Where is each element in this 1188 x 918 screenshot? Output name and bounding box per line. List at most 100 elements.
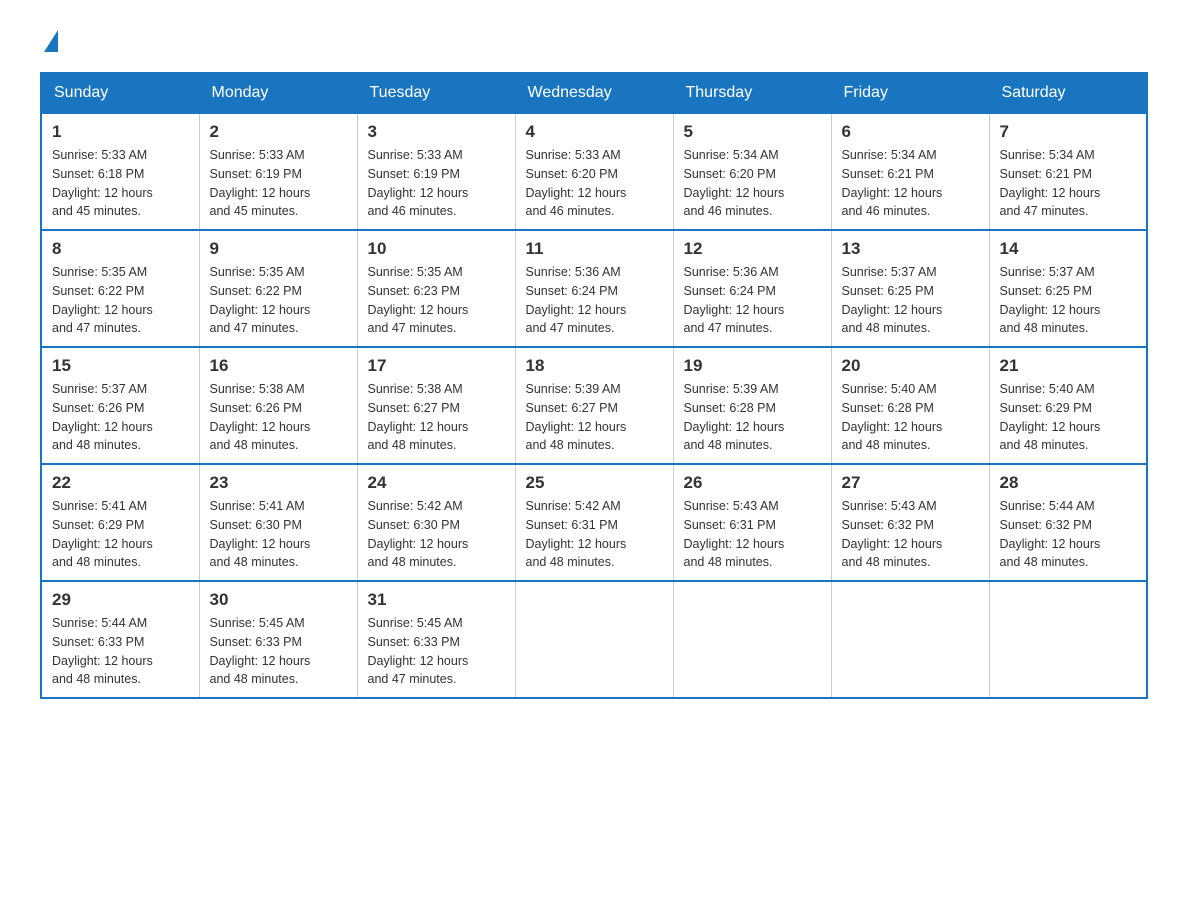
calendar-cell: 19 Sunrise: 5:39 AMSunset: 6:28 PMDaylig…: [673, 347, 831, 464]
day-number: 2: [210, 122, 347, 142]
day-number: 28: [1000, 473, 1137, 493]
calendar-cell: 30 Sunrise: 5:45 AMSunset: 6:33 PMDaylig…: [199, 581, 357, 698]
calendar-cell: 15 Sunrise: 5:37 AMSunset: 6:26 PMDaylig…: [41, 347, 199, 464]
day-info: Sunrise: 5:39 AMSunset: 6:27 PMDaylight:…: [526, 380, 663, 455]
calendar-week-row: 1 Sunrise: 5:33 AMSunset: 6:18 PMDayligh…: [41, 113, 1147, 230]
calendar-cell: 12 Sunrise: 5:36 AMSunset: 6:24 PMDaylig…: [673, 230, 831, 347]
day-number: 14: [1000, 239, 1137, 259]
day-info: Sunrise: 5:43 AMSunset: 6:31 PMDaylight:…: [684, 497, 821, 572]
calendar-cell: 25 Sunrise: 5:42 AMSunset: 6:31 PMDaylig…: [515, 464, 673, 581]
day-info: Sunrise: 5:44 AMSunset: 6:32 PMDaylight:…: [1000, 497, 1137, 572]
calendar-cell: 1 Sunrise: 5:33 AMSunset: 6:18 PMDayligh…: [41, 113, 199, 230]
day-number: 26: [684, 473, 821, 493]
day-number: 21: [1000, 356, 1137, 376]
day-number: 6: [842, 122, 979, 142]
day-info: Sunrise: 5:38 AMSunset: 6:26 PMDaylight:…: [210, 380, 347, 455]
day-number: 5: [684, 122, 821, 142]
col-thursday: Thursday: [673, 73, 831, 113]
day-info: Sunrise: 5:35 AMSunset: 6:23 PMDaylight:…: [368, 263, 505, 338]
calendar-cell: 28 Sunrise: 5:44 AMSunset: 6:32 PMDaylig…: [989, 464, 1147, 581]
day-info: Sunrise: 5:41 AMSunset: 6:29 PMDaylight:…: [52, 497, 189, 572]
calendar-cell: 11 Sunrise: 5:36 AMSunset: 6:24 PMDaylig…: [515, 230, 673, 347]
calendar-cell: 10 Sunrise: 5:35 AMSunset: 6:23 PMDaylig…: [357, 230, 515, 347]
calendar-cell: 17 Sunrise: 5:38 AMSunset: 6:27 PMDaylig…: [357, 347, 515, 464]
calendar-cell: 2 Sunrise: 5:33 AMSunset: 6:19 PMDayligh…: [199, 113, 357, 230]
calendar-cell: 23 Sunrise: 5:41 AMSunset: 6:30 PMDaylig…: [199, 464, 357, 581]
calendar-week-row: 8 Sunrise: 5:35 AMSunset: 6:22 PMDayligh…: [41, 230, 1147, 347]
day-info: Sunrise: 5:33 AMSunset: 6:19 PMDaylight:…: [368, 146, 505, 221]
day-number: 10: [368, 239, 505, 259]
day-number: 17: [368, 356, 505, 376]
calendar-cell: 18 Sunrise: 5:39 AMSunset: 6:27 PMDaylig…: [515, 347, 673, 464]
day-info: Sunrise: 5:35 AMSunset: 6:22 PMDaylight:…: [210, 263, 347, 338]
day-number: 22: [52, 473, 189, 493]
calendar-cell: 5 Sunrise: 5:34 AMSunset: 6:20 PMDayligh…: [673, 113, 831, 230]
calendar-cell: 31 Sunrise: 5:45 AMSunset: 6:33 PMDaylig…: [357, 581, 515, 698]
day-number: 16: [210, 356, 347, 376]
calendar-cell: [515, 581, 673, 698]
day-info: Sunrise: 5:35 AMSunset: 6:22 PMDaylight:…: [52, 263, 189, 338]
logo-triangle-icon: [44, 30, 58, 52]
col-friday: Friday: [831, 73, 989, 113]
calendar-cell: 24 Sunrise: 5:42 AMSunset: 6:30 PMDaylig…: [357, 464, 515, 581]
calendar-cell: [673, 581, 831, 698]
day-info: Sunrise: 5:43 AMSunset: 6:32 PMDaylight:…: [842, 497, 979, 572]
col-tuesday: Tuesday: [357, 73, 515, 113]
day-number: 29: [52, 590, 189, 610]
day-number: 25: [526, 473, 663, 493]
day-number: 20: [842, 356, 979, 376]
day-info: Sunrise: 5:37 AMSunset: 6:25 PMDaylight:…: [842, 263, 979, 338]
day-number: 23: [210, 473, 347, 493]
day-info: Sunrise: 5:45 AMSunset: 6:33 PMDaylight:…: [210, 614, 347, 689]
day-info: Sunrise: 5:37 AMSunset: 6:25 PMDaylight:…: [1000, 263, 1137, 338]
day-info: Sunrise: 5:33 AMSunset: 6:18 PMDaylight:…: [52, 146, 189, 221]
calendar-cell: 21 Sunrise: 5:40 AMSunset: 6:29 PMDaylig…: [989, 347, 1147, 464]
day-number: 19: [684, 356, 821, 376]
day-number: 11: [526, 239, 663, 259]
day-number: 3: [368, 122, 505, 142]
calendar-cell: 9 Sunrise: 5:35 AMSunset: 6:22 PMDayligh…: [199, 230, 357, 347]
day-info: Sunrise: 5:39 AMSunset: 6:28 PMDaylight:…: [684, 380, 821, 455]
calendar-cell: 27 Sunrise: 5:43 AMSunset: 6:32 PMDaylig…: [831, 464, 989, 581]
day-info: Sunrise: 5:34 AMSunset: 6:21 PMDaylight:…: [1000, 146, 1137, 221]
day-number: 15: [52, 356, 189, 376]
day-info: Sunrise: 5:33 AMSunset: 6:20 PMDaylight:…: [526, 146, 663, 221]
calendar-header-row: Sunday Monday Tuesday Wednesday Thursday…: [41, 73, 1147, 113]
col-sunday: Sunday: [41, 73, 199, 113]
day-info: Sunrise: 5:41 AMSunset: 6:30 PMDaylight:…: [210, 497, 347, 572]
day-info: Sunrise: 5:34 AMSunset: 6:21 PMDaylight:…: [842, 146, 979, 221]
calendar-table: Sunday Monday Tuesday Wednesday Thursday…: [40, 72, 1148, 699]
calendar-cell: 7 Sunrise: 5:34 AMSunset: 6:21 PMDayligh…: [989, 113, 1147, 230]
day-info: Sunrise: 5:40 AMSunset: 6:29 PMDaylight:…: [1000, 380, 1137, 455]
header: [40, 30, 1148, 52]
day-number: 30: [210, 590, 347, 610]
day-info: Sunrise: 5:36 AMSunset: 6:24 PMDaylight:…: [526, 263, 663, 338]
day-number: 31: [368, 590, 505, 610]
day-info: Sunrise: 5:44 AMSunset: 6:33 PMDaylight:…: [52, 614, 189, 689]
day-number: 7: [1000, 122, 1137, 142]
calendar-week-row: 29 Sunrise: 5:44 AMSunset: 6:33 PMDaylig…: [41, 581, 1147, 698]
day-number: 27: [842, 473, 979, 493]
day-info: Sunrise: 5:40 AMSunset: 6:28 PMDaylight:…: [842, 380, 979, 455]
calendar-cell: 14 Sunrise: 5:37 AMSunset: 6:25 PMDaylig…: [989, 230, 1147, 347]
day-info: Sunrise: 5:42 AMSunset: 6:31 PMDaylight:…: [526, 497, 663, 572]
col-saturday: Saturday: [989, 73, 1147, 113]
day-number: 12: [684, 239, 821, 259]
calendar-cell: [831, 581, 989, 698]
calendar-cell: 13 Sunrise: 5:37 AMSunset: 6:25 PMDaylig…: [831, 230, 989, 347]
day-number: 1: [52, 122, 189, 142]
day-info: Sunrise: 5:34 AMSunset: 6:20 PMDaylight:…: [684, 146, 821, 221]
calendar-cell: 8 Sunrise: 5:35 AMSunset: 6:22 PMDayligh…: [41, 230, 199, 347]
col-wednesday: Wednesday: [515, 73, 673, 113]
calendar-cell: 6 Sunrise: 5:34 AMSunset: 6:21 PMDayligh…: [831, 113, 989, 230]
day-number: 13: [842, 239, 979, 259]
calendar-week-row: 15 Sunrise: 5:37 AMSunset: 6:26 PMDaylig…: [41, 347, 1147, 464]
day-info: Sunrise: 5:38 AMSunset: 6:27 PMDaylight:…: [368, 380, 505, 455]
day-number: 8: [52, 239, 189, 259]
day-number: 9: [210, 239, 347, 259]
calendar-cell: 16 Sunrise: 5:38 AMSunset: 6:26 PMDaylig…: [199, 347, 357, 464]
calendar-cell: 22 Sunrise: 5:41 AMSunset: 6:29 PMDaylig…: [41, 464, 199, 581]
calendar-cell: 26 Sunrise: 5:43 AMSunset: 6:31 PMDaylig…: [673, 464, 831, 581]
day-info: Sunrise: 5:42 AMSunset: 6:30 PMDaylight:…: [368, 497, 505, 572]
logo: [40, 30, 58, 52]
